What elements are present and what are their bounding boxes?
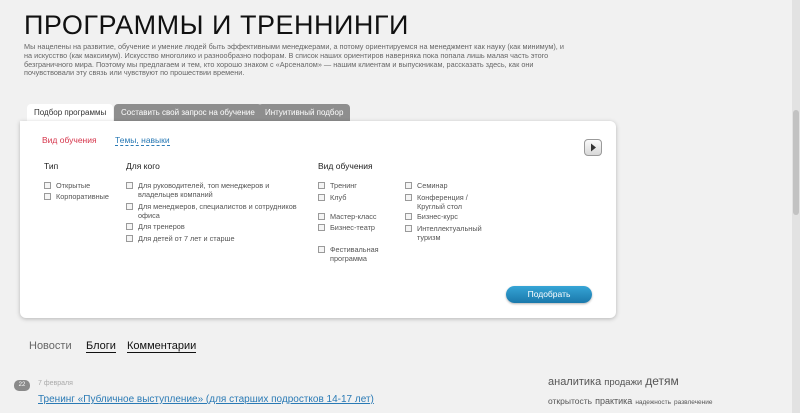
scrollbar-thumb[interactable]: [793, 110, 799, 215]
option-label: Для тренеров: [138, 222, 185, 231]
checkbox[interactable]: [405, 225, 412, 232]
option-label: Фестивальная программа: [330, 245, 379, 263]
tab-program-selection[interactable]: Подбор программы: [27, 104, 114, 122]
news-title-link[interactable]: Тренинг «Публичное выступление» (для ста…: [38, 394, 374, 405]
option-label: Для руководителей, топ менеджеров и влад…: [138, 181, 270, 199]
option-label: Для детей от 7 лет и старше: [138, 234, 235, 243]
audience-heading: Для кого: [126, 161, 160, 171]
option-label: Тренинг: [330, 181, 357, 190]
option-label: Для менеджеров, специалистов и сотрудник…: [138, 202, 297, 220]
type-heading: Тип: [44, 161, 59, 171]
tag-cloud-line: аналитика продажи детям: [548, 372, 682, 390]
checkbox[interactable]: [318, 213, 325, 220]
checkbox[interactable]: [405, 194, 412, 201]
next-arrow-button[interactable]: [584, 139, 602, 156]
news-date: 7 февраля: [38, 380, 73, 387]
tag-link[interactable]: открытость: [548, 396, 592, 406]
tab-intuitive-selection[interactable]: Интуитивный подбор: [258, 104, 351, 122]
chevron-right-icon: [591, 143, 596, 152]
tab-news[interactable]: Новости: [29, 340, 72, 352]
tag-link[interactable]: практика: [595, 396, 632, 406]
subtab-training-kind[interactable]: Вид обучения: [42, 135, 97, 145]
submit-button[interactable]: Подобрать: [506, 286, 592, 303]
tag-link[interactable]: надежность: [635, 399, 671, 406]
filter-option[interactable]: Конференция / Круглый стол: [405, 193, 495, 212]
option-label: Бизнес-курс: [417, 212, 458, 221]
option-label: Корпоративные: [56, 192, 109, 201]
tag-cloud-line: открытость практика надежность развлечение: [548, 391, 716, 409]
tab-custom-request[interactable]: Составить свой запрос на обучение: [114, 104, 262, 122]
tag-link[interactable]: развлечение: [674, 399, 712, 406]
checkbox[interactable]: [126, 235, 133, 242]
tab-blogs[interactable]: Блоги: [86, 340, 116, 353]
option-label: Интеллектуальный туризм: [417, 224, 482, 242]
kind-heading: Вид обучения: [318, 161, 373, 171]
checkbox[interactable]: [44, 193, 51, 200]
checkbox[interactable]: [405, 182, 412, 189]
option-label: Клуб: [330, 193, 347, 202]
checkbox[interactable]: [318, 224, 325, 231]
checkbox[interactable]: [405, 213, 412, 220]
checkbox[interactable]: [318, 194, 325, 201]
option-label: Мастер-класс: [330, 212, 377, 221]
page-title: ПРОГРАММЫ И ТРЕННИНГИ: [24, 10, 409, 40]
filter-option[interactable]: Интеллектуальный туризм: [405, 224, 495, 243]
checkbox[interactable]: [126, 182, 133, 189]
checkbox[interactable]: [318, 246, 325, 253]
checkbox[interactable]: [318, 182, 325, 189]
tag-link[interactable]: детям: [645, 374, 679, 388]
tab-comments[interactable]: Комментарии: [127, 340, 197, 353]
checkbox[interactable]: [44, 182, 51, 189]
filter-option[interactable]: Для руководителей, топ менеджеров и влад…: [126, 181, 301, 200]
tag-link[interactable]: аналитика: [548, 376, 601, 388]
option-label: Бизнес-театр: [330, 223, 375, 232]
comment-count-badge: 22: [14, 380, 30, 391]
option-label: Конференция / Круглый стол: [417, 193, 468, 211]
tag-link[interactable]: продажи: [604, 377, 642, 388]
checkbox[interactable]: [126, 203, 133, 210]
checkbox[interactable]: [126, 223, 133, 230]
option-label: Семинар: [417, 181, 448, 190]
filter-panel: Вид обучения Темы, навыки Тип Для кого В…: [20, 121, 616, 318]
subtab-topics-link[interactable]: Темы, навыки: [115, 135, 170, 146]
option-label: Открытые: [56, 181, 91, 190]
filter-option[interactable]: Фестивальная программа: [318, 245, 398, 264]
intro-text: Мы нацелены на развитие, обучение и умен…: [24, 42, 564, 78]
filter-option[interactable]: Для менеджеров, специалистов и сотрудник…: [126, 202, 301, 221]
